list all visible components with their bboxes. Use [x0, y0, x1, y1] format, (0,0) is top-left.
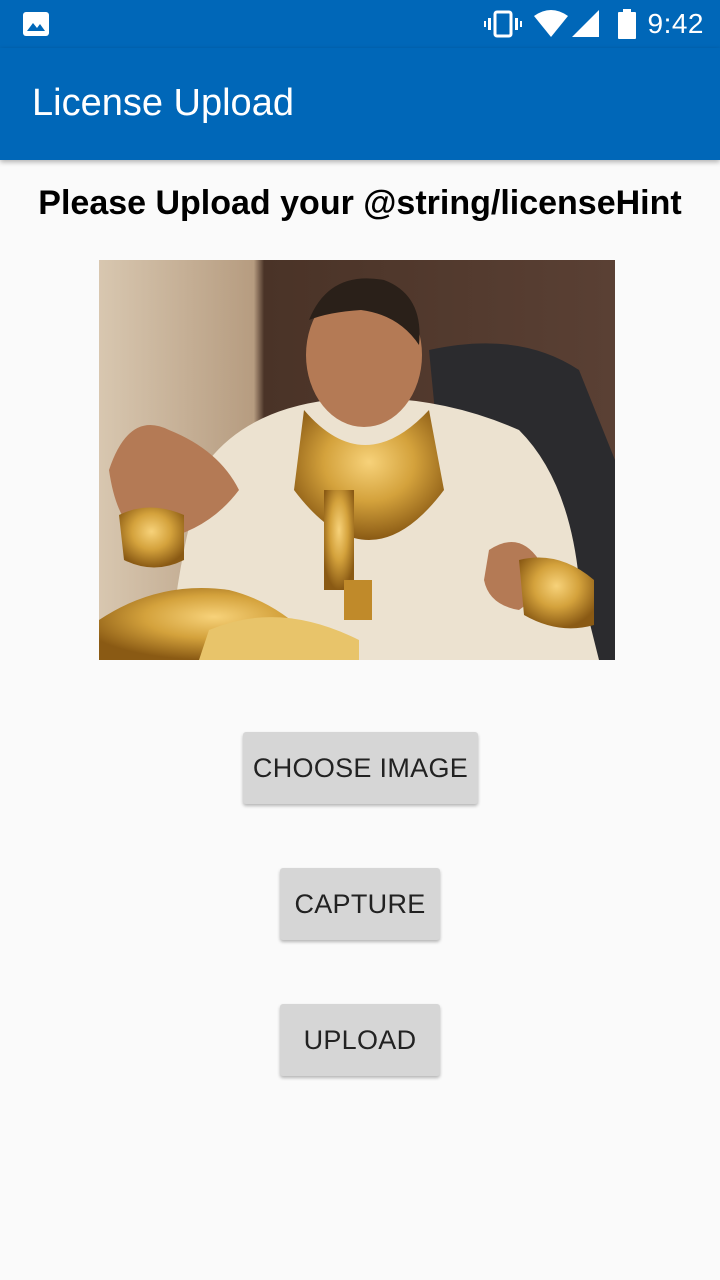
capture-button[interactable]: CAPTURE: [280, 868, 440, 940]
app-bar: License Upload: [0, 48, 720, 160]
choose-image-button[interactable]: CHOOSE IMAGE: [243, 732, 478, 804]
status-icons: 9:42: [483, 0, 705, 48]
battery-icon: [617, 9, 636, 39]
app-title: License Upload: [32, 82, 294, 124]
gallery-icon: [22, 11, 50, 42]
license-image-preview: [99, 260, 615, 660]
upload-button[interactable]: UPLOAD: [280, 1004, 440, 1076]
vibrate-icon: [483, 10, 522, 38]
upload-heading: Please Upload your @string/licenseHint: [38, 184, 682, 222]
status-bar: 9:42: [0, 0, 720, 48]
signal-icon: [571, 10, 600, 38]
status-time: 9:42: [647, 8, 704, 39]
wifi-icon: [533, 10, 568, 38]
